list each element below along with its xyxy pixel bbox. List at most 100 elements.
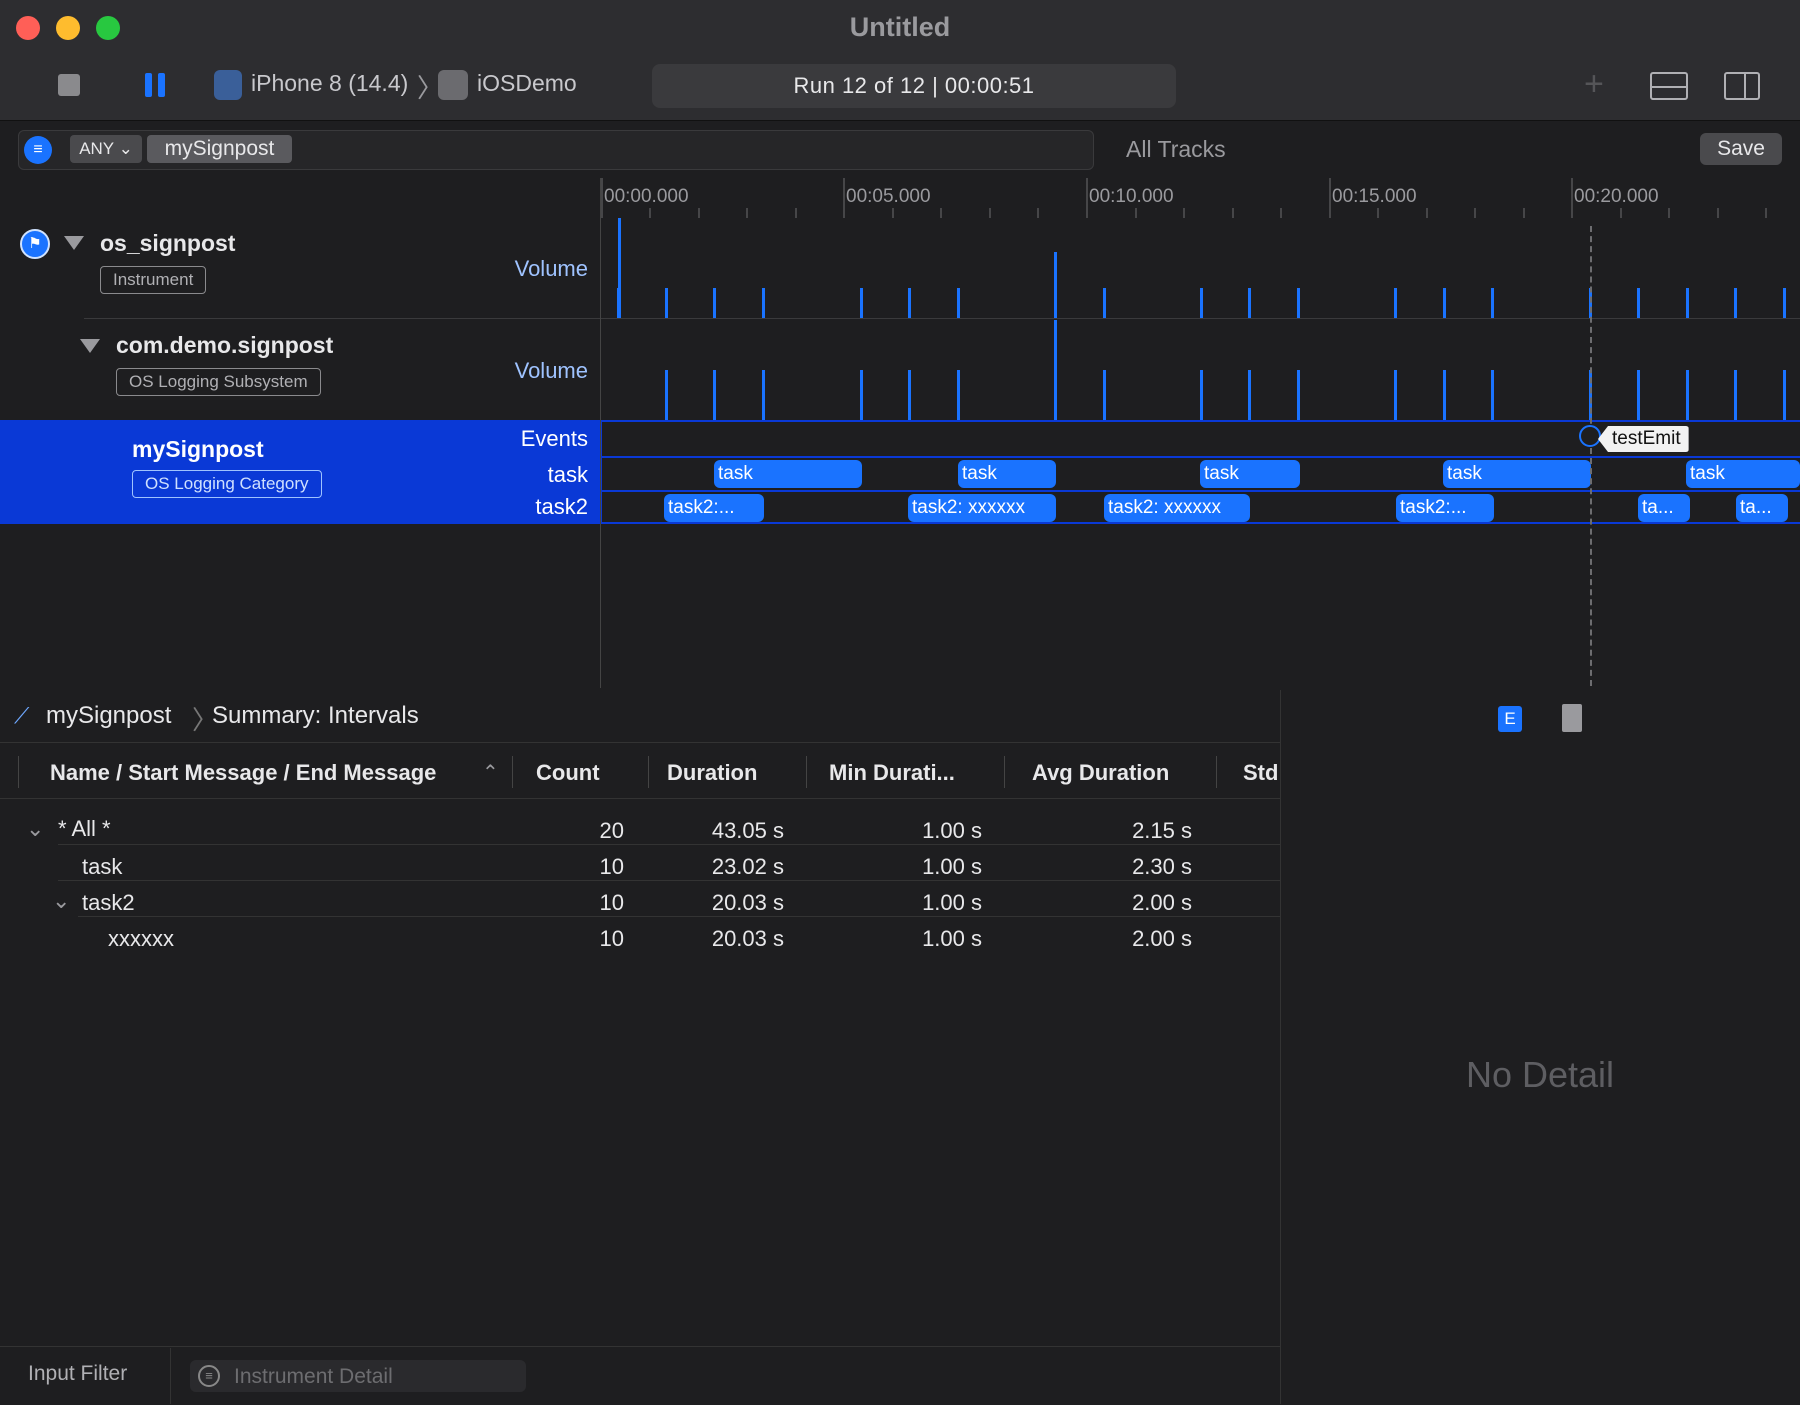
signpost-icon: ⚑ — [20, 229, 50, 259]
toggle-detail-area-button[interactable] — [1650, 72, 1688, 100]
column-header-min-duration[interactable]: Min Durati... — [829, 760, 955, 786]
lane-label-task: task — [547, 462, 588, 487]
interval-task2[interactable]: ta... — [1736, 494, 1788, 522]
event-label[interactable]: testEmit — [1598, 426, 1689, 452]
breadcrumb-instrument[interactable]: mySignpost — [46, 702, 171, 730]
lane-label-volume: Volume — [514, 256, 588, 281]
device-icon[interactable] — [214, 70, 242, 100]
toggle-inspector-button[interactable] — [1724, 72, 1760, 100]
table-cell-duration: 20.03 s — [711, 890, 784, 915]
volume-spike — [1686, 288, 1689, 318]
volume-spike — [713, 288, 716, 318]
column-header-avg-duration[interactable]: Avg Duration — [1032, 760, 1169, 786]
table-cell-count: 10 — [599, 890, 624, 915]
ruler-tick-label: 00:20.000 — [1574, 186, 1659, 207]
table-row-name[interactable]: task — [82, 854, 122, 880]
disclosure-triangle-icon[interactable] — [80, 339, 100, 353]
track-name-mysignpost[interactable]: mySignpost — [132, 436, 264, 463]
app-icon[interactable] — [438, 70, 468, 100]
track-name-os-signpost[interactable]: os_signpost — [100, 230, 235, 257]
disclosure-triangle-icon[interactable] — [64, 236, 84, 250]
column-header-count[interactable]: Count — [536, 760, 600, 786]
table-cell-min: 1.00 s — [922, 854, 982, 879]
volume-spike — [860, 370, 863, 420]
pause-recording-button[interactable] — [145, 73, 167, 97]
interval-task[interactable]: task — [1686, 460, 1800, 488]
extended-detail-icon[interactable]: E — [1498, 706, 1522, 732]
track-name-com-demo-signpost[interactable]: com.demo.signpost — [116, 332, 333, 359]
no-detail-placeholder: No Detail — [1465, 1054, 1615, 1095]
volume-spike — [1783, 370, 1786, 420]
interval-task2[interactable]: task2: xxxxxx — [1104, 494, 1250, 522]
volume-spike — [1734, 288, 1737, 318]
volume-spike — [665, 370, 668, 420]
volume-spike — [617, 288, 620, 318]
input-filter-button[interactable]: Input Filter — [28, 1362, 127, 1386]
table-cell-duration: 20.03 s — [711, 926, 784, 951]
event-marker-icon[interactable] — [1579, 425, 1601, 447]
interval-task2[interactable]: task2:... — [1396, 494, 1494, 522]
device-selector[interactable]: iPhone 8 (14.4) — [251, 70, 408, 97]
table-row-name[interactable]: * All * — [58, 816, 111, 842]
disclosure-chevron-icon[interactable]: ⌄ — [26, 816, 44, 842]
volume-spike — [1297, 370, 1300, 420]
volume-spike — [762, 288, 765, 318]
detail-search-input[interactable] — [232, 1360, 526, 1394]
inspection-head-line[interactable] — [1590, 226, 1592, 686]
volume-spike — [908, 288, 911, 318]
track-scope-label[interactable]: All Tracks — [1126, 136, 1226, 163]
table-cell-avg: 2.00 s — [1132, 926, 1192, 951]
lane-label-events: Events — [520, 426, 588, 451]
ruler-tick-label: 00:15.000 — [1332, 186, 1417, 207]
volume-spike — [1783, 288, 1786, 318]
window-title: Untitled — [849, 12, 951, 42]
table-cell-duration: 43.05 s — [711, 818, 784, 843]
breadcrumb-view[interactable]: Summary: Intervals — [212, 702, 419, 730]
table-cell-duration: 23.02 s — [711, 854, 784, 879]
volume-spike — [1637, 370, 1640, 420]
column-header-duration[interactable]: Duration — [667, 760, 757, 786]
run-status[interactable]: Run 12 of 12 | 00:00:51 — [652, 64, 1176, 108]
column-header-std[interactable]: Std — [1243, 760, 1278, 786]
column-header-name[interactable]: Name / Start Message / End Message — [50, 760, 436, 786]
volume-spike — [860, 288, 863, 318]
interval-task[interactable]: task — [714, 460, 862, 488]
track-badge: OS Logging Category — [132, 470, 322, 498]
volume-spike — [1297, 288, 1300, 318]
time-ruler[interactable]: 00:00.000 00:05.000 00:10.000 00:15.000 … — [600, 178, 1800, 219]
save-filter-button[interactable]: Save — [1700, 133, 1782, 165]
target-app-selector[interactable]: iOSDemo — [477, 70, 577, 97]
pause-icon — [145, 73, 152, 97]
interval-task[interactable]: task — [1443, 460, 1591, 488]
stop-recording-button[interactable] — [58, 74, 80, 96]
document-icon[interactable] — [1562, 704, 1582, 732]
table-cell-avg: 2.15 s — [1132, 818, 1192, 843]
volume-spike — [1394, 370, 1397, 420]
add-instrument-button[interactable]: + — [1584, 66, 1604, 102]
lane-label-task2: task2 — [535, 494, 588, 519]
ruler-tick-label: 00:10.000 — [1089, 186, 1174, 207]
volume-spike — [1054, 320, 1057, 420]
interval-task[interactable]: task — [1200, 460, 1300, 488]
volume-spike — [1443, 288, 1446, 318]
lane-divider[interactable] — [600, 178, 601, 688]
disclosure-chevron-icon[interactable]: ⌄ — [52, 888, 70, 914]
volume-spike — [1248, 370, 1251, 420]
instrument-icon: ⟋ — [14, 703, 30, 728]
table-row-name[interactable]: xxxxxx — [108, 926, 174, 952]
volume-spike — [1491, 288, 1494, 318]
filter-token[interactable]: mySignpost — [147, 135, 292, 163]
volume-spike — [1054, 252, 1057, 318]
interval-task2[interactable]: ta... — [1638, 494, 1690, 522]
table-row-name[interactable]: task2 — [82, 890, 135, 916]
filter-mode-dropdown[interactable]: ANY ⌄ — [70, 135, 142, 163]
interval-task2[interactable]: task2: xxxxxx — [908, 494, 1056, 522]
interval-task[interactable]: task — [958, 460, 1056, 488]
interval-task2[interactable]: task2:... — [664, 494, 764, 522]
volume-spike — [1200, 288, 1203, 318]
table-cell-count: 20 — [599, 818, 624, 843]
volume-spike — [1734, 370, 1737, 420]
table-cell-count: 10 — [599, 854, 624, 879]
filter-icon[interactable]: ≡ — [24, 136, 52, 164]
ruler-tick-label: 00:00.000 — [604, 186, 689, 207]
